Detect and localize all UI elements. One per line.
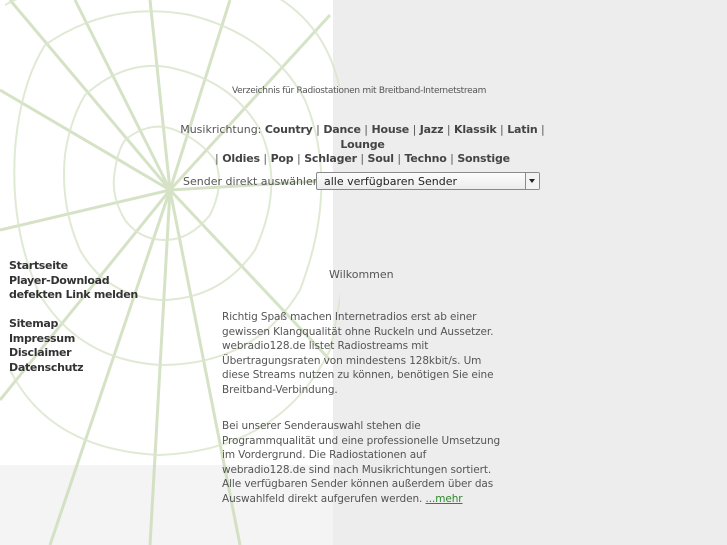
genre-link-techno[interactable]: Techno	[405, 152, 447, 165]
sender-select-label: Sender direkt auswählen:	[183, 175, 324, 188]
genre-link-klassik[interactable]: Klassik	[454, 123, 497, 136]
nav-link-datenschutz[interactable]: Datenschutz	[9, 361, 138, 376]
dropdown-button[interactable]	[525, 173, 539, 189]
genre-link-country[interactable]: Country	[265, 123, 313, 136]
genre-link-oldies[interactable]: Oldies	[222, 152, 260, 165]
sender-select-value: alle verfügbaren Sender	[324, 175, 457, 188]
genre-separator: |	[316, 123, 320, 136]
genre-label: Musikrichtung:	[180, 123, 262, 136]
genre-link-dance[interactable]: Dance	[323, 123, 361, 136]
genre-link-latin[interactable]: Latin	[507, 123, 537, 136]
genre-separator: |	[215, 152, 219, 165]
genre-link-soul[interactable]: Soul	[368, 152, 394, 165]
nav-link-player-download[interactable]: Player-Download	[9, 274, 138, 289]
nav-link-defekten-link-melden[interactable]: defekten Link melden	[9, 288, 138, 303]
genre-link-pop[interactable]: Pop	[271, 152, 294, 165]
genre-separator: |	[263, 152, 268, 165]
genre-separator: |	[541, 123, 545, 136]
genre-link-schlager[interactable]: Schlager	[304, 152, 357, 165]
genre-row-1: Musikrichtung: Country | Dance | House |…	[160, 123, 565, 152]
chevron-down-icon	[529, 179, 535, 183]
genre-row-2: | Oldies | Pop | Schlager | Soul | Techn…	[160, 152, 565, 167]
genre-link-house[interactable]: House	[371, 123, 409, 136]
genre-link-lounge[interactable]: Lounge	[340, 138, 385, 151]
sidebar-navigation: Startseite Player-Download defekten Link…	[9, 259, 138, 375]
site-tagline: Verzeichnis für Radiostationen mit Breit…	[232, 86, 487, 96]
genre-link-jazz[interactable]: Jazz	[420, 123, 444, 136]
more-link[interactable]: ...mehr	[426, 493, 463, 505]
genre-navigation: Musikrichtung: Country | Dance | House |…	[160, 123, 565, 167]
genre-separator: |	[412, 123, 417, 136]
intro-paragraph-1: Richtig Spaß machen Internetradios erst …	[222, 311, 494, 396]
genre-separator: |	[296, 152, 301, 165]
nav-link-sitemap[interactable]: Sitemap	[9, 317, 138, 332]
genre-link-sonstige[interactable]: Sonstige	[457, 152, 510, 165]
genre-separator: |	[450, 152, 454, 165]
genre-separator: |	[500, 123, 504, 136]
nav-link-impressum[interactable]: Impressum	[9, 332, 138, 347]
genre-separator: |	[360, 152, 365, 165]
genre-separator: |	[364, 123, 368, 136]
intro-paragraph-2: Bei unserer Senderauswahl stehen die Pro…	[222, 419, 512, 506]
genre-separator: |	[446, 123, 451, 136]
sender-select[interactable]: alle verfügbaren Sender	[316, 172, 540, 190]
nav-link-disclaimer[interactable]: Disclaimer	[9, 346, 138, 361]
genre-separator: |	[397, 152, 402, 165]
nav-link-startseite[interactable]: Startseite	[9, 259, 138, 274]
welcome-heading: Wilkommen	[329, 268, 394, 281]
